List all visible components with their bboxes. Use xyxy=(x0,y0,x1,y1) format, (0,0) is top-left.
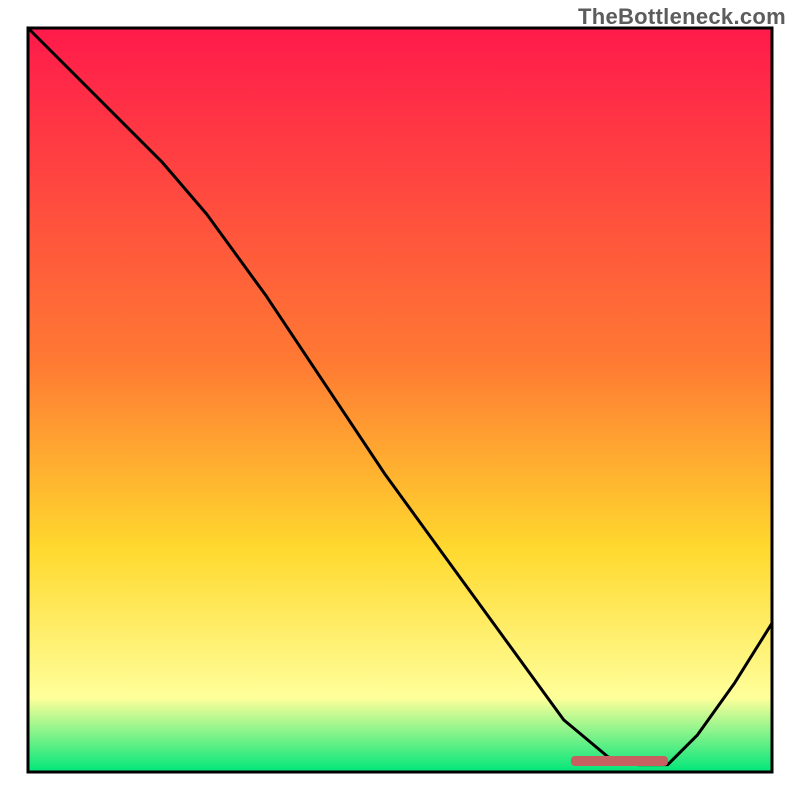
chart-svg xyxy=(0,0,800,800)
watermark-text: TheBottleneck.com xyxy=(578,4,786,30)
highlight-segment xyxy=(571,756,668,766)
chart-stage: TheBottleneck.com xyxy=(0,0,800,800)
